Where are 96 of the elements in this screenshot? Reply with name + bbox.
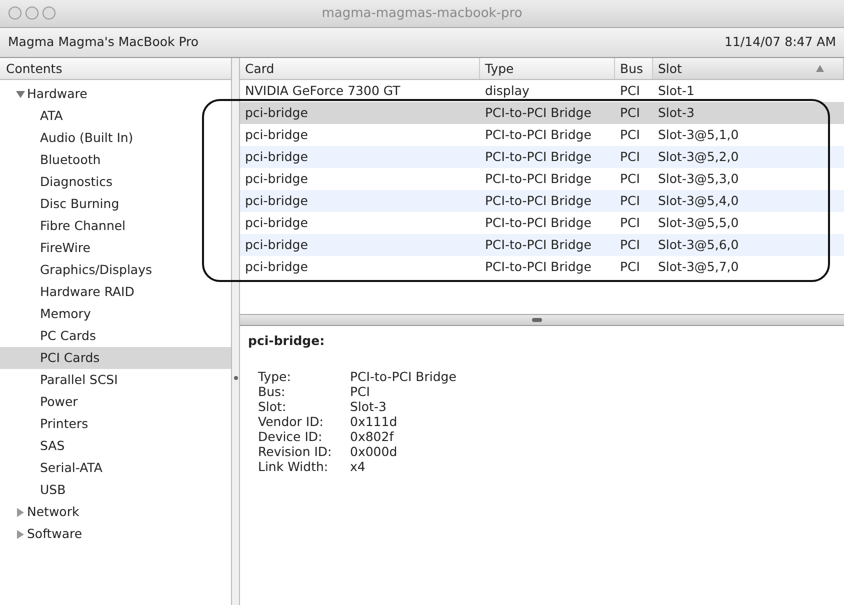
table-row[interactable]: pci-bridge PCI-to-PCI Bridge PCI Slot-3: [240, 102, 844, 124]
sidebar-item[interactable]: PCI Cards: [0, 347, 231, 370]
table-cell-text: display: [484, 82, 530, 100]
detail-title: pci-bridge:: [248, 332, 326, 350]
table-row[interactable]: pci-bridge PCI-to-PCI Bridge PCI Slot-3@5,5,0: [240, 212, 844, 234]
sidebar-item[interactable]: Graphics/Displays: [0, 259, 231, 282]
sidebar-item[interactable]: Hardware RAID: [0, 281, 231, 304]
property-label: Bus:: [258, 384, 286, 399]
table-cell-text: pci-bridge: [244, 126, 309, 144]
sidebar-item[interactable]: Serial-ATA: [0, 457, 231, 480]
sidebar-item[interactable]: Fibre Channel: [0, 215, 231, 238]
date-time: 11/14/07 8:47 AM: [724, 33, 836, 52]
table-cell-text: PCI-to-PCI Bridge: [484, 236, 592, 254]
property-value: 0x802f: [350, 428, 395, 444]
property-value: PCI: [350, 384, 371, 399]
computer-name: Magma Magma's MacBook Pro: [8, 33, 199, 52]
sidebar-item[interactable]: ATA: [0, 105, 231, 128]
table-row[interactable]: NVIDIA GeForce 7300 GT display PCI Slot-1: [240, 80, 844, 102]
property-label: Slot:: [258, 398, 288, 414]
table-cell-text: PCI-to-PCI Bridge: [484, 104, 592, 122]
table-row[interactable]: pci-bridge PCI-to-PCI Bridge PCI Slot-3@5,1,0: [240, 124, 844, 146]
sidebar-item[interactable]: Audio (Built In): [0, 127, 231, 150]
table-cell-text: pci-bridge: [244, 258, 309, 276]
column-header[interactable]: Slot: [653, 58, 844, 79]
table-cell-text: PCI: [619, 82, 641, 100]
sidebar-item[interactable]: Power: [0, 391, 231, 414]
property-value: 0x111d: [350, 414, 398, 429]
column-header[interactable]: Card: [240, 58, 480, 79]
table-cell-text: PCI: [619, 170, 641, 188]
table-cell-text: Slot-3@5,2,0: [657, 148, 740, 166]
table-cell-text: PCI: [619, 192, 641, 210]
window-control-icon[interactable]: [8, 6, 22, 20]
table-cell-text: PCI-to-PCI Bridge: [484, 192, 592, 210]
table-cell-text: pci-bridge: [244, 236, 309, 254]
table-cell-text: PCI-to-PCI Bridge: [484, 126, 592, 144]
collapsed-triangle-icon[interactable]: [16, 508, 25, 517]
property-value: PCI-to-PCI Bridge: [350, 368, 456, 384]
sidebar-item[interactable]: Diagnostics: [0, 171, 231, 194]
table-cell-text: Slot-3@5,3,0: [657, 170, 740, 188]
table-cell-text: Slot-3: [657, 104, 696, 122]
window-title: magma-magmas-macbook-pro: [322, 4, 522, 23]
sidebar-item[interactable]: FireWire: [0, 237, 231, 260]
table-cell-text: PCI: [619, 214, 641, 232]
window-control-icon[interactable]: [25, 6, 40, 20]
column-header: Contents: [0, 58, 231, 80]
table-cell-text: pci-bridge: [244, 214, 309, 232]
collapsed-triangle-icon[interactable]: [16, 530, 25, 539]
table-cell-text: PCI-to-PCI Bridge: [484, 148, 592, 166]
table-cell-text: PCI: [619, 148, 641, 166]
sidebar-item[interactable]: PC Cards: [0, 325, 231, 348]
window-control-icon[interactable]: [42, 6, 56, 20]
table-row[interactable]: pci-bridge PCI-to-PCI Bridge PCI Slot-3@5,4,0: [240, 190, 844, 212]
column-header[interactable]: Type: [480, 58, 615, 79]
sidebar-item[interactable]: Hardware: [0, 83, 231, 106]
table-cell-text: PCI-to-PCI Bridge: [484, 214, 592, 232]
sidebar-item[interactable]: Network: [0, 501, 231, 524]
sidebar-item[interactable]: Printers: [0, 413, 231, 436]
expanded-triangle-icon[interactable]: [16, 90, 25, 99]
table-cell-text: PCI-to-PCI Bridge: [484, 258, 592, 276]
table-row[interactable]: pci-bridge PCI-to-PCI Bridge PCI Slot-3@5,6,0: [240, 234, 844, 256]
splitter-handle-icon[interactable]: [532, 318, 542, 322]
splitter-handle-icon[interactable]: [234, 376, 238, 380]
table-cell-text: PCI: [619, 236, 641, 254]
property-label: Vendor ID:: [258, 414, 324, 429]
table-cell-text: pci-bridge: [244, 104, 309, 122]
property-value: 0x000d: [350, 444, 398, 459]
table-cell-text: pci-bridge: [244, 170, 309, 188]
table-cell-text: Slot-3@5,6,0: [657, 236, 740, 254]
sidebar-item[interactable]: Disc Burning: [0, 193, 231, 216]
table-cell-text: pci-bridge: [244, 192, 309, 210]
sidebar-item[interactable]: USB: [0, 479, 231, 502]
table-cell-text: Slot-3@5,7,0: [657, 258, 740, 276]
table-cell-text: PCI: [619, 258, 641, 276]
property-value: Slot-3: [350, 398, 388, 414]
sidebar-item[interactable]: Software: [0, 523, 231, 546]
property-label: Type:: [258, 368, 292, 384]
property-value: x4: [350, 458, 366, 474]
table-cell-text: Slot-3@5,4,0: [657, 192, 740, 210]
sidebar-item[interactable]: Parallel SCSI: [0, 369, 231, 392]
table-cell-text: PCI: [619, 126, 641, 144]
table-cell-text: Slot-3@5,5,0: [657, 214, 740, 232]
table-row[interactable]: pci-bridge PCI-to-PCI Bridge PCI Slot-3@5,2,0: [240, 146, 844, 168]
property-label: Device ID:: [258, 428, 324, 444]
sidebar-item[interactable]: Memory: [0, 303, 231, 326]
table-cell-text: Slot-3@5,1,0: [657, 126, 740, 144]
table-cell-text: PCI-to-PCI Bridge: [484, 170, 592, 188]
table-cell-text: pci-bridge: [244, 148, 309, 166]
sidebar-item[interactable]: Bluetooth: [0, 149, 231, 172]
property-label: Revision ID:: [258, 444, 333, 459]
table-cell-text: PCI: [619, 104, 641, 122]
table-row[interactable]: pci-bridge PCI-to-PCI Bridge PCI Slot-3@5,3,0: [240, 168, 844, 190]
table-row[interactable]: pci-bridge PCI-to-PCI Bridge PCI Slot-3@5,7,0: [240, 256, 844, 278]
sidebar-item[interactable]: SAS: [0, 435, 231, 458]
property-label: Link Width:: [258, 458, 330, 474]
table-cell-text: NVIDIA GeForce 7300 GT: [244, 82, 402, 100]
table-cell-text: Slot-1: [657, 82, 696, 100]
